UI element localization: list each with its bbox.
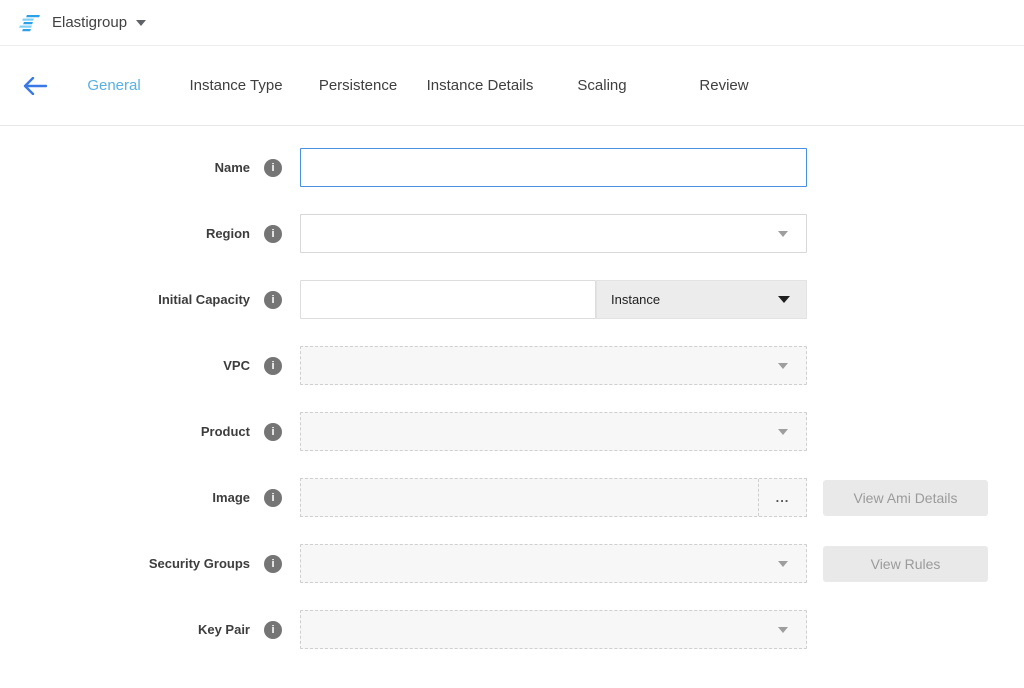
region-label: Region xyxy=(0,226,250,241)
image-input: ... xyxy=(300,478,807,517)
info-icon[interactable]: i xyxy=(264,291,282,309)
vpc-label: VPC xyxy=(0,358,250,373)
initial-capacity-label: Initial Capacity xyxy=(0,292,250,307)
chevron-down-icon xyxy=(778,231,788,237)
vpc-select xyxy=(300,346,807,385)
product-label: Product xyxy=(0,424,250,439)
info-icon[interactable]: i xyxy=(264,621,282,639)
name-label: Name xyxy=(0,160,250,175)
capacity-unit-select[interactable]: Instance xyxy=(596,280,807,319)
info-icon[interactable]: i xyxy=(264,555,282,573)
general-form: Name i Region i Initial Capacity i Insta… xyxy=(0,126,1024,649)
wizard-nav: General Instance Type Persistence Instan… xyxy=(0,46,1024,126)
chevron-down-icon xyxy=(778,296,790,303)
chevron-down-icon xyxy=(778,561,788,567)
view-rules-button[interactable]: View Rules xyxy=(823,546,988,582)
back-arrow-icon xyxy=(23,77,47,95)
info-icon[interactable]: i xyxy=(264,159,282,177)
product-select xyxy=(300,412,807,451)
browse-image-button[interactable]: ... xyxy=(758,479,806,516)
tab-persistence[interactable]: Persistence xyxy=(297,77,419,94)
info-icon[interactable]: i xyxy=(264,225,282,243)
tab-general[interactable]: General xyxy=(53,77,175,94)
form-row-initial-capacity: Initial Capacity i Instance xyxy=(0,280,1024,319)
form-row-region: Region i xyxy=(0,214,1024,253)
name-input[interactable] xyxy=(300,148,807,187)
key-pair-label: Key Pair xyxy=(0,622,250,637)
key-pair-select xyxy=(300,610,807,649)
form-row-product: Product i xyxy=(0,412,1024,451)
tab-scaling[interactable]: Scaling xyxy=(541,77,663,94)
chevron-down-icon xyxy=(778,363,788,369)
form-row-name: Name i xyxy=(0,148,1024,187)
elastigroup-logo-icon xyxy=(16,11,40,35)
app-switcher-caret-icon[interactable] xyxy=(136,20,146,26)
image-input-value xyxy=(301,479,758,516)
form-row-vpc: VPC i xyxy=(0,346,1024,385)
info-icon[interactable]: i xyxy=(264,423,282,441)
info-icon[interactable]: i xyxy=(264,357,282,375)
image-label: Image xyxy=(0,490,250,505)
form-row-key-pair: Key Pair i xyxy=(0,610,1024,649)
tab-review[interactable]: Review xyxy=(663,77,785,94)
top-bar: Elastigroup xyxy=(0,0,1024,46)
wizard-tabs: General Instance Type Persistence Instan… xyxy=(53,77,785,94)
security-groups-select xyxy=(300,544,807,583)
initial-capacity-input[interactable] xyxy=(300,280,596,319)
tab-instance-details[interactable]: Instance Details xyxy=(419,77,541,94)
region-select[interactable] xyxy=(300,214,807,253)
back-button[interactable] xyxy=(18,77,52,95)
app-name: Elastigroup xyxy=(52,14,127,31)
form-row-security-groups: Security Groups i View Rules xyxy=(0,544,1024,583)
tab-instance-type[interactable]: Instance Type xyxy=(175,77,297,94)
security-groups-label: Security Groups xyxy=(0,556,250,571)
chevron-down-icon xyxy=(778,429,788,435)
info-icon[interactable]: i xyxy=(264,489,282,507)
view-ami-details-button[interactable]: View Ami Details xyxy=(823,480,988,516)
chevron-down-icon xyxy=(778,627,788,633)
form-row-image: Image i ... View Ami Details xyxy=(0,478,1024,517)
capacity-unit-value: Instance xyxy=(611,292,660,307)
